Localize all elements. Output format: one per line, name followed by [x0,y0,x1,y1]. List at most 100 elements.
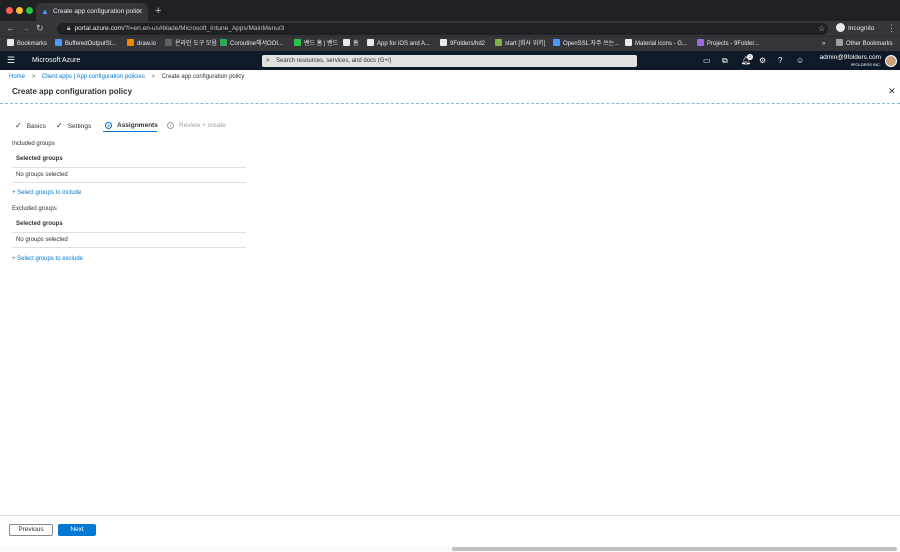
bookmark-item[interactable]: 밴드 홈 | 밴드 [294,38,338,50]
more-bookmarks-icon[interactable]: » [822,38,825,50]
global-search-input[interactable]: ⌕ Search resources, services, and docs (… [262,55,637,67]
scrollbar-thumb[interactable] [452,547,897,551]
breadcrumb-home-link[interactable]: Home [9,74,25,80]
bookmark-label: 온라인 도구 모음 [175,41,217,47]
azure-top-bar: ☰ Microsoft Azure ⌕ Search resources, se… [0,51,900,70]
tab-close-icon[interactable]: ✕ [136,3,143,21]
browser-tab-strip: ▲ Create app configuration polic ✕ + [0,0,900,21]
account-email: admin@9folders.com [819,54,881,61]
next-button[interactable]: Next [58,524,96,536]
reload-icon[interactable]: ↻ [36,23,44,34]
incognito-icon [836,23,845,32]
lock-icon: 🔒︎ [67,25,71,32]
folder-icon [836,39,843,46]
bookmark-favicon-icon [367,39,374,46]
back-arrow-icon[interactable]: ← [6,23,15,34]
select-groups-include-link[interactable]: + Select groups to include [12,189,81,198]
account-org: 9FOLDERS INC. [850,62,881,67]
bookmark-label: Bookmarks [17,41,48,47]
bookmark-item[interactable]: 온라인 도구 모음 [165,38,217,50]
chevron-right-icon: > [151,74,156,80]
bookmark-label: App for iOS and A... [377,41,431,47]
table-divider [12,167,246,168]
bookmark-label: 9Folders/hd2 [450,41,486,47]
settings-gear-icon[interactable]: ⚙ [759,55,766,66]
bookmark-label: 밴드 홈 | 밴드 [304,41,339,47]
bookmark-favicon-icon [220,39,227,46]
help-icon[interactable]: ? [778,55,782,66]
bookmark-favicon-icon [553,39,560,46]
directory-filter-icon[interactable]: ⧉ [722,55,728,66]
footer-divider [0,515,900,516]
bookmark-favicon-icon [7,39,14,46]
bookmark-item[interactable]: OpenSSL 자주 쓰는... [553,38,619,50]
step-number-3: 3 [105,122,112,129]
table-divider [12,232,246,233]
forward-arrow-icon[interactable]: → [21,23,30,34]
bookmark-label: draw.io [137,41,157,47]
bookmark-item[interactable]: 홈 [343,38,359,50]
bookmark-item[interactable]: BufferedOutputSt... [55,38,116,50]
step-review-create[interactable]: 4 Review + create [167,120,226,131]
bookmark-item[interactable]: App for iOS and A... [367,38,430,50]
bookmark-favicon-icon [55,39,62,46]
search-icon: ⌕ [266,57,270,64]
select-groups-exclude-link[interactable]: + Select groups to exclude [12,255,83,264]
bookmark-label: 홈 [353,41,359,47]
search-placeholder: Search resources, services, and docs (G+… [276,58,392,64]
bookmark-favicon-icon [697,39,704,46]
bookmark-item[interactable]: 9Folders/hd2 [440,38,485,50]
browser-tab[interactable]: ▲ Create app configuration polic ✕ [36,3,148,21]
minimize-window-button[interactable] [16,7,23,14]
other-bookmarks[interactable]: Other Bookmarks [836,38,893,50]
browser-toolbar: ← → ↻ 🔒︎ portal.azure.com/?l=en.en-us#bla… [0,21,900,36]
table-divider [12,247,246,248]
url-domain: portal.azure.com [74,25,123,32]
address-bar[interactable]: 🔒︎ portal.azure.com/?l=en.en-us#blade/Mic… [57,23,828,35]
breadcrumb: Home > Client apps | App configuration p… [9,73,244,82]
bookmarks-bar: Bookmarks BufferedOutputSt... draw.io 온라인 도… [0,36,900,51]
avatar[interactable] [885,55,897,67]
breadcrumb-current: Create app configuration policy [161,74,245,80]
cloud-shell-icon[interactable]: ▭ [703,55,711,66]
bookmark-star-icon[interactable]: ☆ [818,23,825,34]
chevron-right-icon: > [31,74,36,80]
account-menu[interactable]: admin@9folders.com 9FOLDERS INC. [819,54,881,67]
title-divider [0,103,900,104]
excluded-column-header: Selected groups [16,221,63,227]
azure-favicon-icon: ▲ [41,7,49,16]
step-basics[interactable]: ✓ Basics [15,120,46,132]
bookmark-favicon-icon [495,39,502,46]
bookmark-label: OpenSSL 자주 쓰는... [563,41,620,47]
previous-button[interactable]: Previous [9,524,53,536]
breadcrumb-parent-link[interactable]: Client apps | App configuration policies [42,74,145,80]
bookmark-item[interactable]: Projects - 9Folder... [697,38,759,50]
bookmark-label: Projects - 9Folder... [707,41,760,47]
incognito-indicator[interactable]: Incognito [836,23,874,34]
azure-brand-link[interactable]: Microsoft Azure [32,51,80,70]
feedback-smiley-icon[interactable]: ☺ [796,55,804,66]
portal-menu-icon[interactable]: ☰ [7,55,15,66]
bookmark-item[interactable]: Bookmarks [7,38,47,50]
notifications-badge: 2 [747,54,753,60]
close-blade-icon[interactable]: ✕ [888,86,896,97]
maximize-window-button[interactable] [26,7,33,14]
bookmark-label: Coroutine해서OOI... [230,41,284,47]
bookmark-label: start [회사 위키] [505,41,546,47]
included-empty-text: No groups selected [16,172,68,178]
close-window-button[interactable] [6,7,13,14]
included-column-header: Selected groups [16,156,63,162]
step-settings[interactable]: ✓ Settings [56,120,91,132]
bookmark-item[interactable]: Coroutine해서OOI... [220,38,283,50]
tab-title: Create app configuration polic [53,8,140,15]
browser-menu-icon[interactable]: ⋮ [887,23,896,34]
new-tab-button[interactable]: + [155,3,161,19]
bookmark-item[interactable]: Material icons - G... [625,38,687,50]
bookmark-item[interactable]: start [회사 위키] [495,38,545,50]
bookmark-item[interactable]: draw.io [127,38,156,50]
bookmark-label: Material icons - G... [635,41,688,47]
checkmark-icon: ✓ [15,121,22,130]
step-assignments[interactable]: 3 Assignments [105,120,158,131]
step-number-4: 4 [167,122,174,129]
active-step-underline [103,131,157,132]
